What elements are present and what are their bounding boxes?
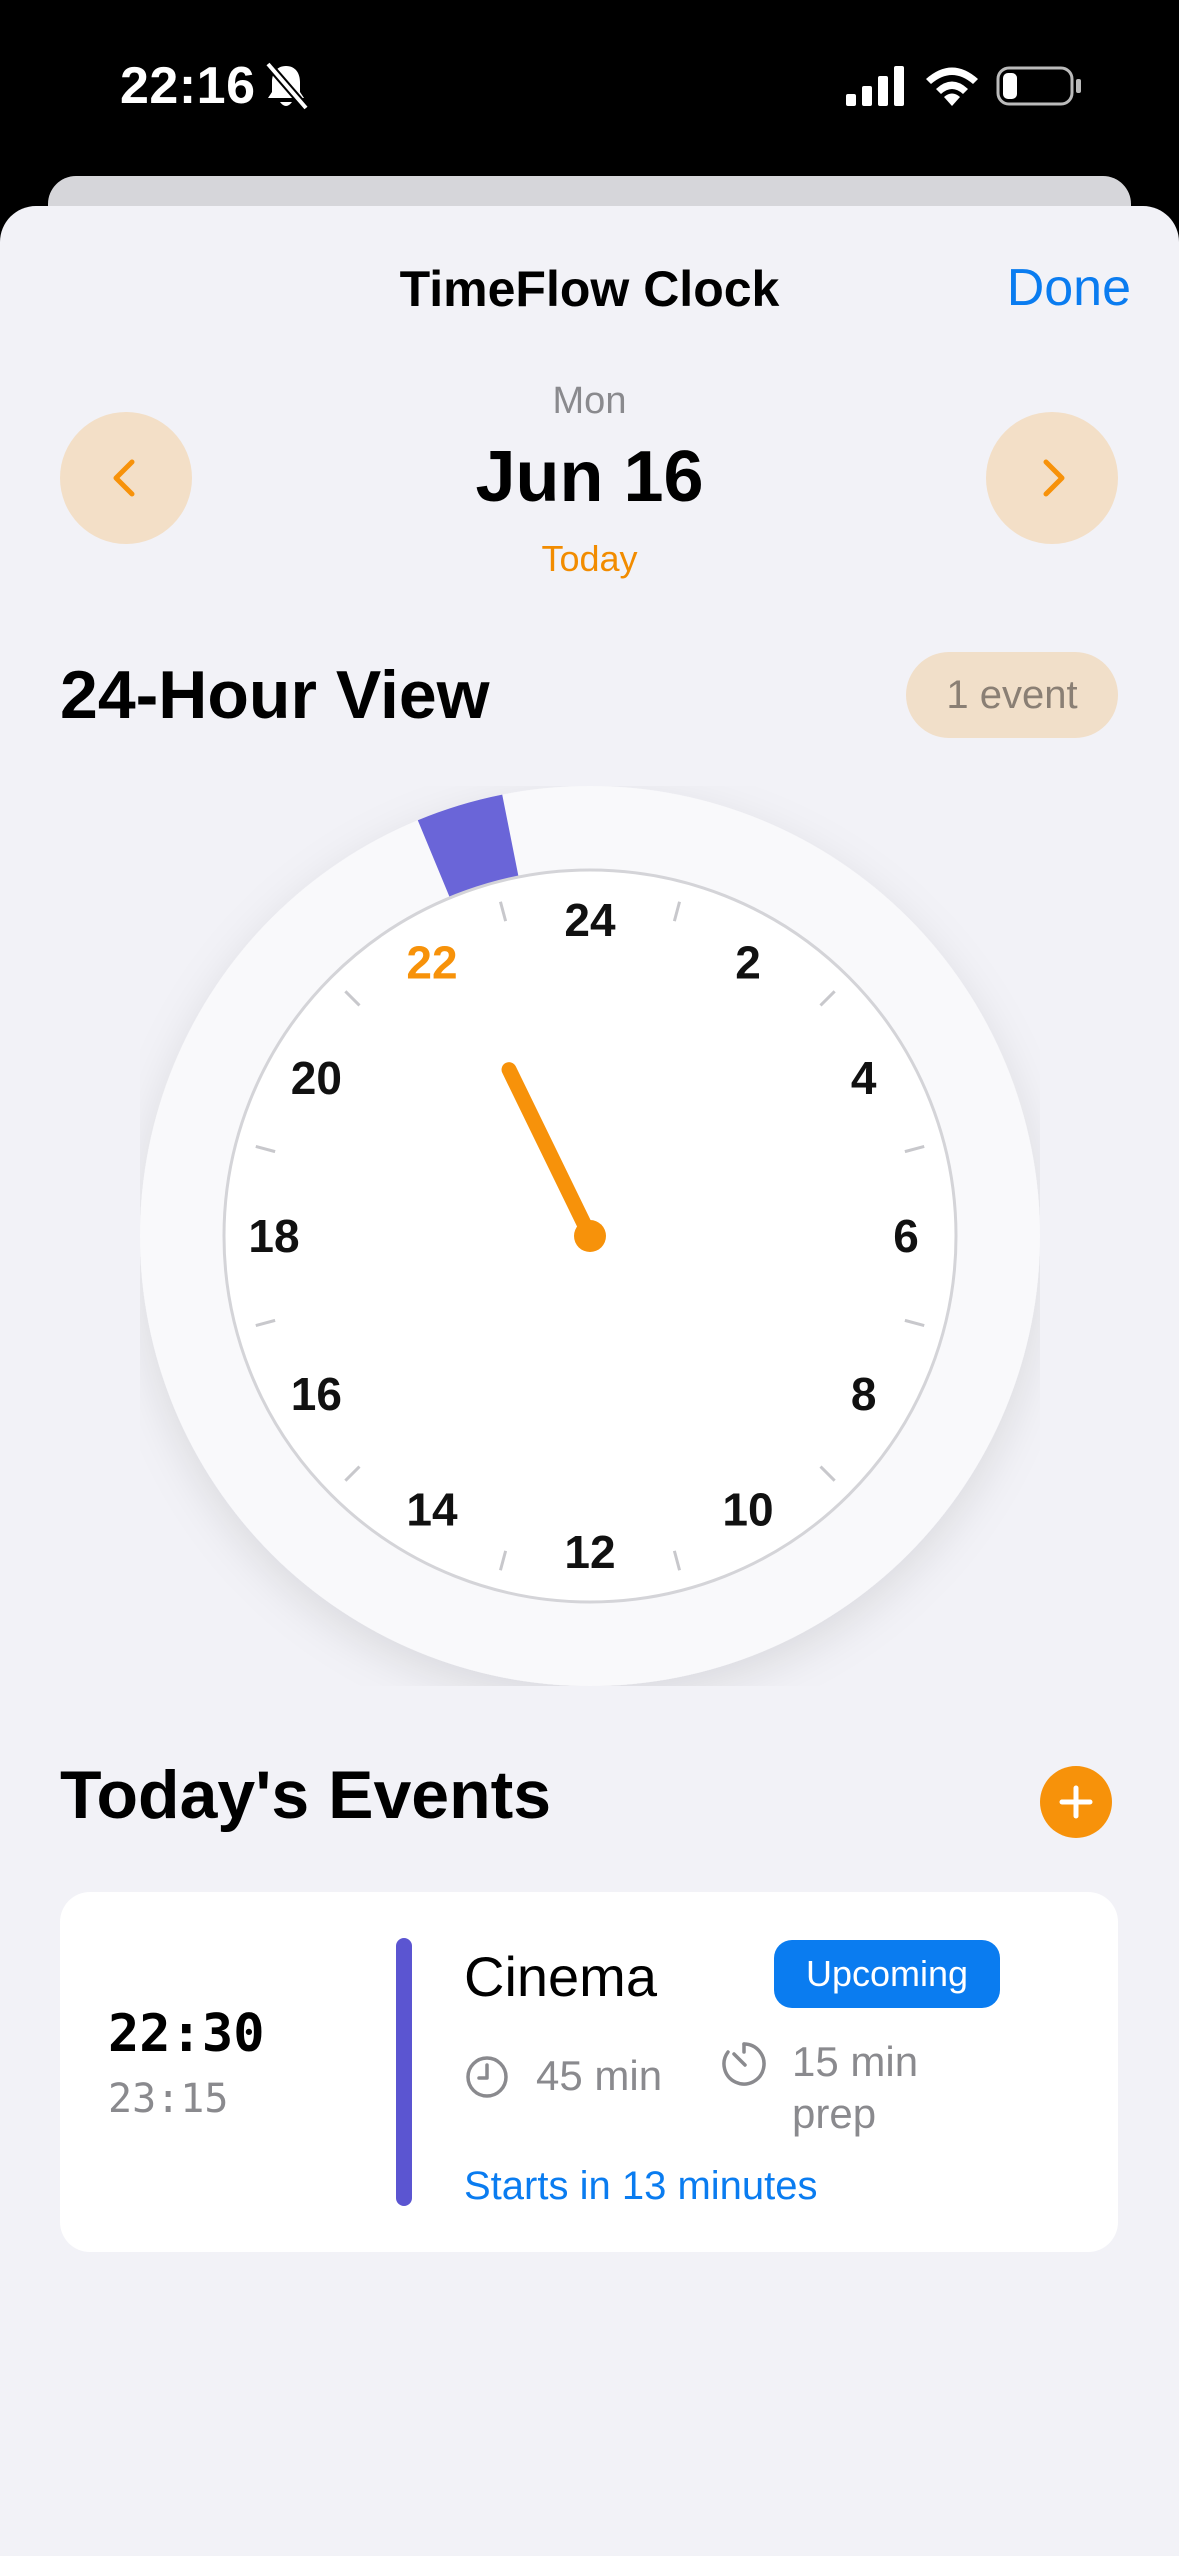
event-prep-time: 15 min prep <box>792 2038 919 2137</box>
status-time: 22:16 <box>120 57 256 115</box>
hour-label-10: 10 <box>722 1484 773 1536</box>
modal-sheet: TimeFlow Clock Done Mon Jun 16 Today 24-… <box>0 206 1179 2556</box>
event-name: Cinema <box>464 1945 657 2008</box>
plus-icon <box>1059 1785 1093 1819</box>
hour-label-20: 20 <box>291 1052 342 1104</box>
status-bar: 22:16 <box>0 0 1179 170</box>
hour-label-24: 24 <box>564 894 616 946</box>
event-end-time: 23:15 <box>108 2076 229 2122</box>
wifi-icon <box>926 67 978 106</box>
event-count-badge: 1 event <box>906 652 1118 738</box>
event-card[interactable]: 22:30 23:15 Cinema Upcoming 45 min 15 mi… <box>60 1892 1118 2252</box>
clock-icon <box>466 2056 508 2098</box>
hour-label-8: 8 <box>851 1368 877 1420</box>
section-title-todays-events: Today's Events <box>60 1757 552 1833</box>
hour-label-22: 22 <box>406 936 457 988</box>
nav-title: TimeFlow Clock <box>399 261 780 317</box>
day-of-week: Mon <box>552 380 627 422</box>
chevron-right-icon <box>1043 459 1065 497</box>
hour-label-16: 16 <box>291 1368 342 1420</box>
hour-label-12: 12 <box>564 1526 615 1578</box>
event-duration: 45 min <box>536 2052 663 2099</box>
hour-label-14: 14 <box>406 1484 458 1536</box>
event-countdown: Starts in 13 minutes <box>464 2164 818 2208</box>
bell-slash-icon <box>264 61 310 111</box>
battery-icon <box>996 66 1081 106</box>
next-day-button[interactable] <box>986 412 1118 544</box>
hour-label-4: 4 <box>851 1052 877 1104</box>
relative-day-label: Today <box>541 538 638 579</box>
done-button[interactable]: Done <box>1007 258 1131 318</box>
timer-icon <box>722 2042 766 2086</box>
event-start-time: 22:30 <box>108 2004 265 2064</box>
event-arc <box>417 794 520 899</box>
hand-pivot <box>574 1220 606 1252</box>
24-hour-clock: 24246810121416182022 <box>140 786 1040 1686</box>
add-event-button[interactable] <box>1040 1766 1112 1838</box>
event-status-badge: Upcoming <box>774 1940 1000 2008</box>
event-color-bar <box>396 1938 412 2206</box>
section-title-24-hour-view: 24-Hour View <box>60 657 490 733</box>
hour-label-6: 6 <box>893 1210 919 1262</box>
cellular-signal-icon <box>846 66 904 106</box>
hour-label-2: 2 <box>735 936 761 988</box>
hour-label-18: 18 <box>248 1210 299 1262</box>
